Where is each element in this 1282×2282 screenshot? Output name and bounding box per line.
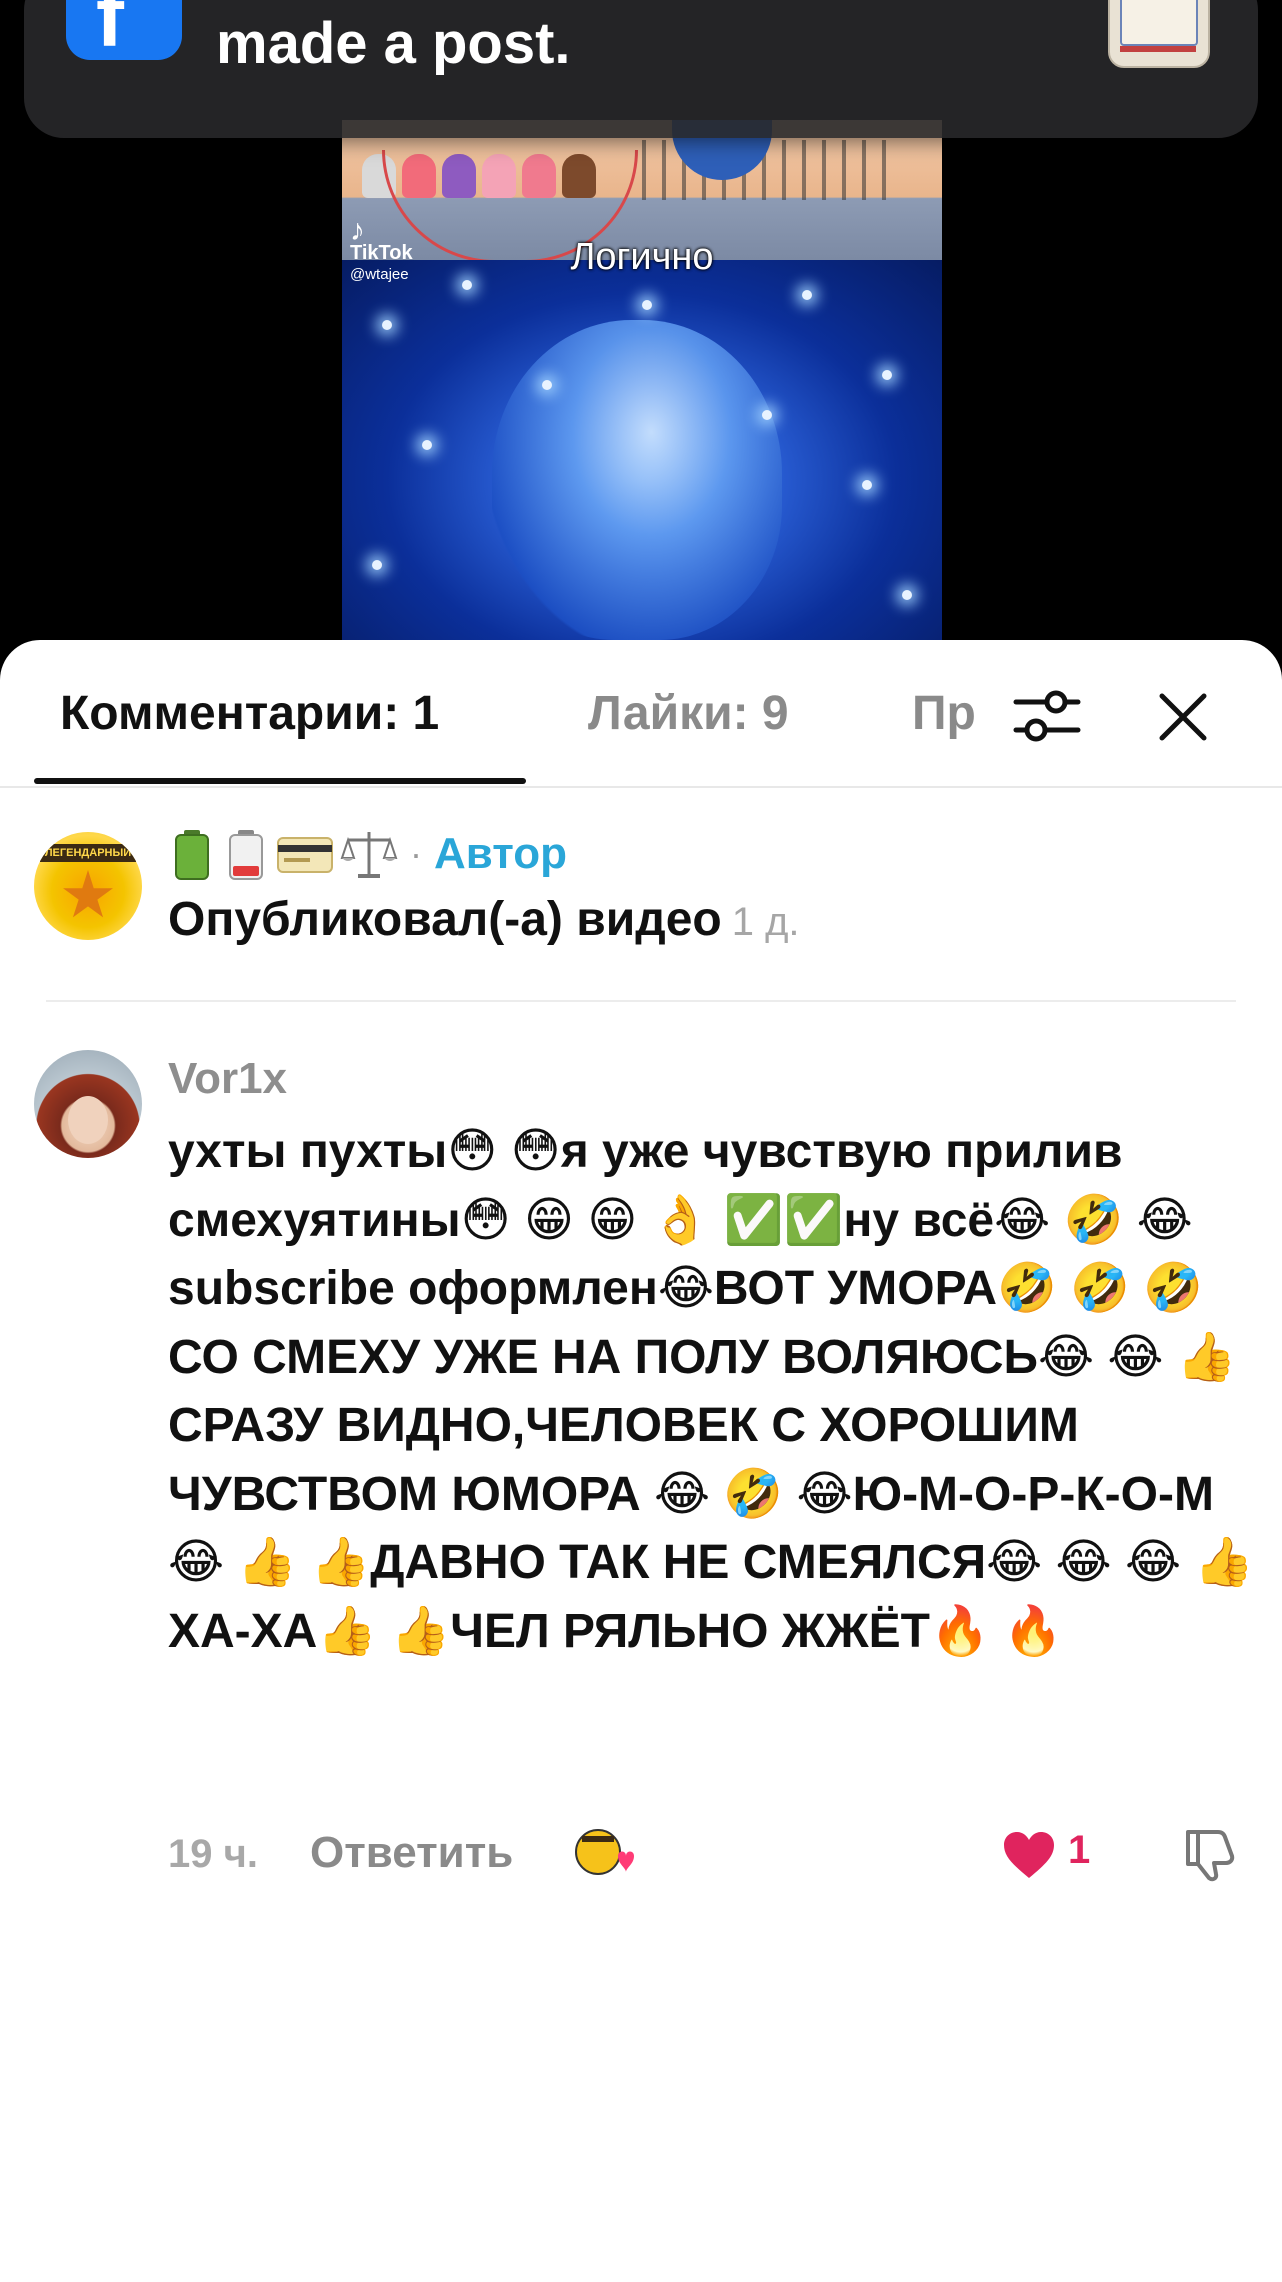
commenter-avatar[interactable] <box>34 1050 142 1158</box>
author-post-text: Опубликовал(-а) видео 1 д. <box>168 893 800 946</box>
author-name-line[interactable]: · Автор <box>168 826 567 882</box>
facebook-icon: f <box>66 0 182 64</box>
star-icon <box>63 870 113 918</box>
video-caption: Логично <box>570 236 714 278</box>
active-tab-indicator <box>34 778 526 784</box>
battery-full-icon <box>175 830 209 880</box>
author-avatar[interactable]: ЛЕГЕНДАРНЫЙ <box>34 832 142 940</box>
video-frame: ♪ TikTok @wtajee Логично <box>342 120 942 660</box>
battery-low-icon <box>229 830 263 880</box>
notification-text: made a post. <box>216 11 571 76</box>
dislike-icon[interactable] <box>1182 1826 1240 1882</box>
credit-card-icon <box>277 837 333 873</box>
comment-username[interactable]: Vor1x <box>168 1054 287 1104</box>
reply-button[interactable]: Ответить <box>310 1828 513 1878</box>
author-badge: Автор <box>434 829 567 878</box>
galaxy-brain-image <box>342 260 942 660</box>
comment-text: ухты пухты😳 😳я уже чувствую прилив смеху… <box>168 1125 1255 1658</box>
like-count: 1 <box>1068 1828 1091 1872</box>
notification-banner[interactable]: f made a post. <box>24 0 1258 138</box>
heart-icon[interactable] <box>1002 1830 1056 1880</box>
filter-sliders-icon[interactable] <box>1012 684 1082 748</box>
tab-likes[interactable]: Лайки: 9 <box>588 686 789 741</box>
tab-comments[interactable]: Комментарии: 1 <box>60 686 439 741</box>
tab-bar: Комментарии: 1 Лайки: 9 Пр <box>0 640 1282 788</box>
scales-icon <box>340 832 398 878</box>
author-post-time: 1 д. <box>731 900 800 944</box>
close-icon[interactable] <box>1150 684 1216 750</box>
comment-time: 19 ч. <box>168 1832 258 1876</box>
divider <box>46 1000 1236 1002</box>
tab-truncated[interactable]: Пр <box>912 686 976 741</box>
creator-liked-icon <box>575 1829 634 1875</box>
notification-thumbnail <box>1108 0 1210 68</box>
